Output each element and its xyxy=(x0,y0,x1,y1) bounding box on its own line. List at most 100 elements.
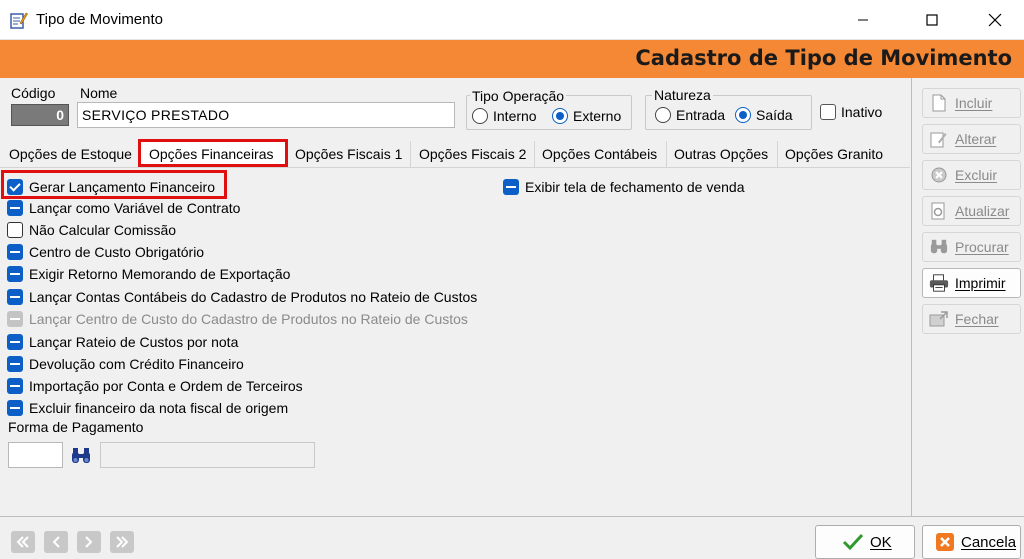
binoculars-icon xyxy=(930,239,948,254)
fechar-label: Fechar xyxy=(955,311,999,327)
option-label: Exibir tela de fechamento de venda xyxy=(525,179,745,195)
option-excluir-financeiro[interactable]: Excluir financeiro da nota fiscal de ori… xyxy=(7,398,288,418)
option-memorando-exportacao[interactable]: Exigir Retorno Memorando de Exportação xyxy=(7,264,290,284)
atualizar-button[interactable]: Atualizar xyxy=(922,196,1021,226)
option-label: Lançar Rateio de Custos por nota xyxy=(29,334,239,350)
maximize-button[interactable] xyxy=(909,0,955,40)
option-centro-custo-obrigatorio[interactable]: Centro de Custo Obrigatório xyxy=(7,242,204,262)
checkbox-indeterminate-icon xyxy=(7,400,23,416)
radio-saida[interactable]: Saída xyxy=(735,107,793,123)
incluir-label: Incluir xyxy=(955,95,993,111)
exit-icon xyxy=(929,311,948,327)
forma-pagamento-label: Forma de Pagamento xyxy=(8,419,144,435)
minimize-button[interactable] xyxy=(840,0,886,40)
radio-interno[interactable]: Interno xyxy=(472,108,537,124)
tab-opcoes-fiscais-2[interactable]: Opções Fiscais 2 xyxy=(411,141,535,167)
cancel-icon xyxy=(936,533,954,551)
procurar-button[interactable]: Procurar xyxy=(922,232,1021,262)
highlight-option-box xyxy=(1,170,227,199)
atualizar-label: Atualizar xyxy=(955,203,1010,219)
refresh-icon xyxy=(931,202,945,220)
inativo-label: Inativo xyxy=(841,104,883,120)
header-band: Cadastro de Tipo de Movimento xyxy=(0,40,1024,78)
fechar-button[interactable]: Fechar xyxy=(922,304,1021,334)
cancel-label: Cancela xyxy=(961,533,1017,551)
checkbox-indeterminate-icon xyxy=(7,289,23,305)
edit-icon xyxy=(930,132,947,148)
nav-first-button[interactable] xyxy=(11,531,35,553)
procurar-label: Procurar xyxy=(955,239,1009,255)
checkmark-icon xyxy=(842,533,864,551)
incluir-button[interactable]: Incluir xyxy=(922,88,1021,118)
option-devolucao-credito[interactable]: Devolução com Crédito Financeiro xyxy=(7,354,244,374)
next-icon xyxy=(85,536,93,548)
radio-entrada[interactable]: Entrada xyxy=(655,107,725,123)
forma-pagamento-description-field[interactable] xyxy=(100,442,315,468)
checkbox-indeterminate-icon xyxy=(7,244,23,260)
cancel-button[interactable]: Cancela xyxy=(922,525,1021,559)
prev-icon xyxy=(52,536,60,548)
codigo-field[interactable]: 0 xyxy=(11,104,69,126)
checkbox-indeterminate-icon xyxy=(7,266,23,282)
inativo-checkbox[interactable]: Inativo xyxy=(820,104,882,120)
tab-opcoes-contabeis[interactable]: Opções Contábeis xyxy=(535,141,667,167)
tab-strip: Opções de Estoque Opções Financeiras Opç… xyxy=(0,141,888,167)
nome-field[interactable]: SERVIÇO PRESTADO xyxy=(77,102,455,128)
option-importacao-terceiros[interactable]: Importação por Conta e Ordem de Terceiro… xyxy=(7,376,303,396)
trash-icon xyxy=(931,167,947,183)
ok-button[interactable]: OK xyxy=(815,525,915,559)
forma-pagamento-code-field[interactable] xyxy=(8,442,63,468)
radio-interno-circle xyxy=(472,108,488,124)
tab-opcoes-fiscais-1[interactable]: Opções Fiscais 1 xyxy=(287,141,411,167)
nav-prev-button[interactable] xyxy=(44,531,68,553)
window-title: Tipo de Movimento xyxy=(36,11,164,28)
app-icon xyxy=(10,12,28,29)
nav-last-button[interactable] xyxy=(110,531,134,553)
inativo-box xyxy=(820,104,836,120)
option-label: Devolução com Crédito Financeiro xyxy=(29,356,244,372)
tab-opcoes-granito[interactable]: Opções Granito xyxy=(778,141,888,167)
radio-saida-label: Saída xyxy=(756,107,793,123)
alterar-label: Alterar xyxy=(955,131,997,147)
option-label: Não Calcular Comissão xyxy=(29,222,177,238)
footer-bar: OK Cancela xyxy=(0,516,1024,559)
checkbox-indeterminate-icon xyxy=(7,334,23,350)
tab-opcoes-estoque[interactable]: Opções de Estoque xyxy=(0,141,139,167)
maximize-icon xyxy=(926,14,938,26)
nome-label: Nome xyxy=(80,85,118,101)
checkbox-indeterminate-icon xyxy=(503,179,519,195)
option-nao-calcular-comissao[interactable]: Não Calcular Comissão xyxy=(7,220,176,240)
option-variavel-contrato[interactable]: Lançar como Variável de Contrato xyxy=(7,198,240,218)
radio-externo-label: Externo xyxy=(573,108,622,124)
minimize-icon xyxy=(858,19,868,21)
option-exibir-fechamento-venda[interactable]: Exibir tela de fechamento de venda xyxy=(503,177,744,197)
document-icon xyxy=(932,94,946,112)
page-title: Cadastro de Tipo de Movimento xyxy=(635,46,1012,70)
radio-externo[interactable]: Externo xyxy=(552,108,621,124)
alterar-button[interactable]: Alterar xyxy=(922,124,1021,154)
tipo-operacao-label: Tipo Operação xyxy=(470,88,567,104)
tab-outras-opcoes[interactable]: Outras Opções xyxy=(667,141,778,167)
checkbox-indeterminate-icon xyxy=(7,378,23,394)
imprimir-button[interactable]: Imprimir xyxy=(922,268,1021,298)
binoculars-icon xyxy=(72,448,90,463)
first-icon xyxy=(16,536,29,548)
search-button[interactable] xyxy=(70,446,92,466)
option-rateio-por-nota[interactable]: Lançar Rateio de Custos por nota xyxy=(7,332,238,352)
checkbox-indeterminate-icon xyxy=(7,200,23,216)
option-contas-contabeis-rateio[interactable]: Lançar Contas Contábeis do Cadastro de P… xyxy=(7,287,477,307)
nav-next-button[interactable] xyxy=(77,531,101,553)
printer-icon xyxy=(929,274,949,292)
checkbox-unchecked-icon xyxy=(7,222,23,238)
excluir-button[interactable]: Excluir xyxy=(922,160,1021,190)
radio-entrada-circle xyxy=(655,107,671,123)
option-label: Lançar Centro de Custo do Cadastro de Pr… xyxy=(29,311,468,327)
checkbox-indeterminate-icon xyxy=(7,356,23,372)
codigo-label: Código xyxy=(11,85,56,101)
close-button[interactable] xyxy=(972,0,1018,40)
highlight-tab-box xyxy=(138,139,288,167)
action-sidebar: Incluir Alterar Excluir Atualizar Procur… xyxy=(911,78,1024,516)
close-icon xyxy=(988,13,1002,27)
radio-entrada-label: Entrada xyxy=(676,107,726,123)
ok-label: OK xyxy=(870,533,892,551)
